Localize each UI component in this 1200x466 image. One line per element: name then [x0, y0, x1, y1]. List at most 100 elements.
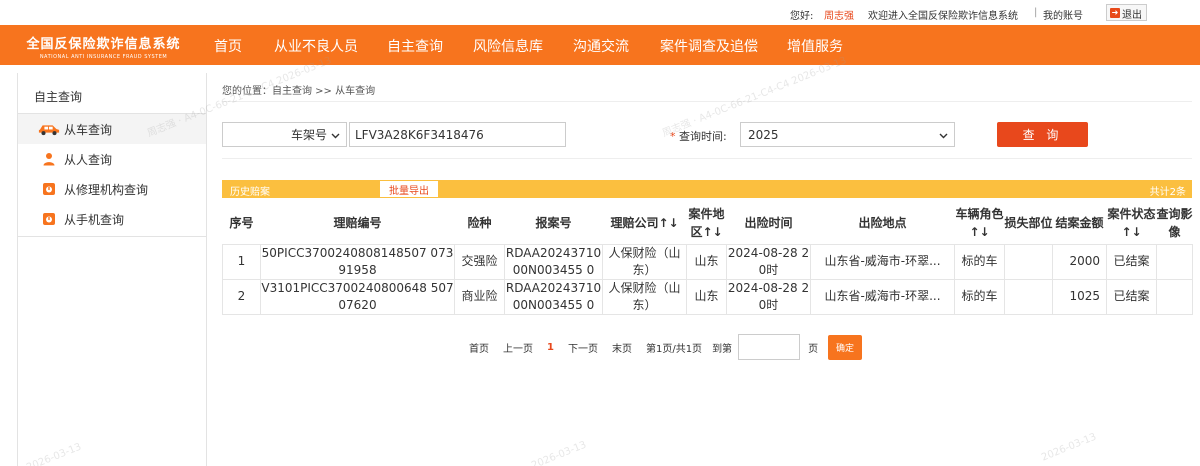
table-row[interactable]: 2 V3101PICC3700240800648 50707620 商业险 RD… — [222, 278, 1193, 315]
phone-icon — [38, 212, 60, 226]
cell-insurance-type: 交强险 — [454, 243, 505, 280]
welcome-text: 欢迎进入全国反保险欺诈信息系统 — [868, 11, 1018, 22]
sidebar-title: 自主查询 — [18, 73, 206, 114]
nav-case-investigation[interactable]: 案件调查及追偿 — [660, 36, 758, 56]
cell-claim-company: 人保财险（山东） — [602, 243, 687, 280]
top-utility-bar: 您好: 周志强 欢迎进入全国反保险欺诈信息系统 | 我的账号 ➜ 退出 — [0, 0, 1200, 25]
query-year-value: 2025 — [748, 127, 779, 142]
search-type-select[interactable]: 车架号 — [222, 122, 347, 147]
main-header: 全国反保险欺诈信息系统 NATIONAL ANTI INSURANCE FRAU… — [0, 25, 1200, 65]
sidebar-item-label: 从车查询 — [64, 122, 113, 137]
sidebar-item-person-query[interactable]: 从人查询 — [18, 144, 206, 174]
sidebar-item-label: 从修理机构查询 — [64, 182, 149, 197]
logo-subtitle: NATIONAL ANTI INSURANCE FRAUD SYSTEM — [39, 54, 168, 60]
page-jump-input[interactable] — [738, 334, 801, 360]
prev-page-link[interactable]: 上一页 — [503, 340, 533, 355]
col-header-accident-location: 出险地点 — [810, 203, 955, 245]
search-type-value: 车架号 — [290, 128, 327, 142]
sidebar: 自主查询 从车查询 从人查询 从修理机构查询 从手机查询 — [17, 73, 207, 466]
col-header-settle-amount: 结案金额 — [1052, 203, 1107, 245]
cell-settle-amount: 2000 — [1052, 243, 1107, 280]
col-header-index: 序号 — [222, 203, 261, 245]
cell-index: 2 — [222, 278, 261, 315]
cell-query-image[interactable] — [1156, 243, 1193, 280]
batch-export-button[interactable]: 批量导出 — [380, 181, 438, 197]
cell-accident-location: 山东省-威海市-环翠... — [810, 278, 955, 315]
col-header-report-no: 报案号 — [504, 203, 603, 245]
col-header-claim-no: 理赔编号 — [260, 203, 455, 245]
sidebar-item-phone-query[interactable]: 从手机查询 — [18, 204, 206, 234]
cell-settle-amount: 1025 — [1052, 278, 1107, 315]
logout-button[interactable]: ➜ 退出 — [1106, 4, 1147, 21]
col-header-query-image: 查询影像 — [1156, 203, 1193, 245]
col-header-case-status[interactable]: 案件状态↑↓ — [1106, 203, 1157, 245]
cell-claim-company: 人保财险（山东） — [602, 278, 687, 315]
page-info: 第1页/共1页 — [645, 343, 703, 355]
nav-communication[interactable]: 沟通交流 — [573, 36, 629, 56]
divider — [222, 158, 1192, 159]
divider: | — [1034, 7, 1038, 18]
col-header-case-region[interactable]: 案件地区↑↓ — [686, 203, 727, 245]
query-button[interactable]: 查 询 — [997, 122, 1088, 147]
cell-vehicle-role: 标的车 — [954, 243, 1005, 280]
current-page[interactable]: 1 — [547, 342, 554, 353]
col-header-accident-time: 出险时间 — [726, 203, 811, 245]
person-icon — [38, 152, 60, 166]
query-time-text: 查询时间: — [679, 130, 727, 143]
system-logo[interactable]: 全国反保险欺诈信息系统 NATIONAL ANTI INSURANCE FRAU… — [0, 25, 207, 65]
cell-claim-no: V3101PICC3700240800648 50707620 — [260, 278, 455, 315]
my-account-link[interactable]: 我的账号 — [1043, 7, 1083, 22]
col-header-vehicle-role[interactable]: 车辆角色↑↓ — [954, 203, 1005, 245]
vin-input[interactable]: LFV3A28K6F3418476 — [349, 122, 566, 147]
cell-query-image[interactable] — [1156, 278, 1193, 315]
col-header-damage-part: 损失部位 — [1004, 203, 1053, 245]
next-page-link[interactable]: 下一页 — [568, 340, 598, 355]
query-time-label: * 查询时间: — [670, 128, 727, 144]
cell-index: 1 — [222, 243, 261, 280]
sidebar-item-label: 从手机查询 — [64, 212, 125, 227]
chevron-down-icon — [331, 128, 340, 142]
chevron-down-icon — [939, 128, 948, 142]
logo-title: 全国反保险欺诈信息系统 — [26, 37, 181, 52]
first-page-link[interactable]: 首页 — [469, 340, 489, 355]
cell-report-no: RDAA2024371000N003455 0 — [504, 243, 603, 280]
record-count: 共计2条 — [1149, 187, 1186, 198]
cell-report-no: RDAA2024371000N003455 0 — [504, 278, 603, 315]
nav-self-query[interactable]: 自主查询 — [387, 36, 443, 56]
last-page-link[interactable]: 末页 — [612, 340, 632, 355]
cell-accident-location: 山东省-威海市-环翠... — [810, 243, 955, 280]
col-header-insurance-type: 险种 — [454, 203, 505, 245]
nav-risk-database[interactable]: 风险信息库 — [473, 36, 543, 56]
sidebar-item-vehicle-query[interactable]: 从车查询 — [18, 114, 206, 144]
cell-case-region: 山东 — [686, 243, 727, 280]
car-icon — [38, 122, 60, 136]
divider — [222, 101, 1192, 102]
required-mark: * — [670, 130, 676, 143]
cell-case-status: 已结案 — [1106, 278, 1157, 315]
user-name-link[interactable]: 周志强 — [824, 7, 854, 22]
cell-insurance-type: 商业险 — [454, 278, 505, 315]
breadcrumb: 您的位置：自主查询 >> 从车查询 — [222, 86, 376, 97]
sidebar-item-repair-shop-query[interactable]: 从修理机构查询 — [18, 174, 206, 204]
watermark: 2026-03-13 — [530, 439, 589, 466]
sidebar-item-label: 从人查询 — [64, 152, 113, 167]
col-header-claim-company[interactable]: 理赔公司↑↓ — [602, 203, 687, 245]
repair-shop-icon — [38, 182, 60, 196]
logout-label: 退出 — [1122, 9, 1142, 21]
nav-home[interactable]: 首页 — [214, 36, 242, 56]
pagination: 首页 上一页 1 下一页 末页 第1页/共1页 到第 页 确定 — [469, 334, 863, 360]
sidebar-menu: 从车查询 从人查询 从修理机构查询 从手机查询 — [18, 114, 206, 237]
cell-accident-time: 2024-08-28 20时 — [726, 243, 811, 280]
confirm-jump-button[interactable]: 确定 — [828, 334, 863, 360]
nav-bad-practitioners[interactable]: 从业不良人员 — [274, 36, 358, 56]
query-year-select[interactable]: 2025 — [740, 122, 955, 147]
jump-label: 到第 — [712, 343, 733, 355]
cell-damage-part — [1004, 278, 1053, 315]
vin-value: LFV3A28K6F3418476 — [355, 127, 484, 142]
cell-case-region: 山东 — [686, 278, 727, 315]
table-header-row: 序号 理赔编号 险种 报案号 理赔公司↑↓ 案件地区↑↓ 出险时间 出险地点 车… — [222, 203, 1193, 245]
history-claims-bar: 历史赔案 批量导出 共计2条 — [222, 180, 1192, 198]
table-row[interactable]: 1 50PICC3700240808148507 07391958 交强险 RD… — [222, 243, 1193, 280]
page-unit-label: 页 — [808, 343, 819, 355]
nav-value-added-services[interactable]: 增值服务 — [787, 36, 843, 56]
